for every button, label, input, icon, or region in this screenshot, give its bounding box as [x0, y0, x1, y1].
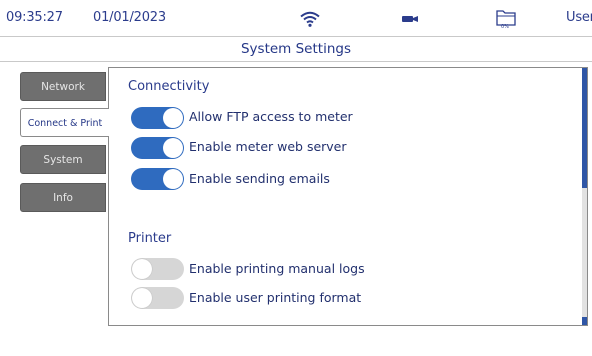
ftp-access-label: Allow FTP access to meter [189, 109, 353, 124]
clock-date: 01/01/2023 [93, 10, 166, 25]
toggle-knob [132, 259, 152, 279]
send-emails-label: Enable sending emails [189, 171, 330, 186]
camera-icon [402, 16, 418, 22]
title-bar: System Settings [0, 37, 592, 62]
user-label[interactable]: User [566, 10, 592, 25]
tab-info[interactable]: Info [20, 183, 106, 212]
web-server-label: Enable meter web server [189, 139, 347, 154]
tab-system[interactable]: System [20, 145, 106, 174]
tab-network[interactable]: Network [20, 72, 106, 101]
wifi-icon [300, 11, 320, 27]
toggle-knob [163, 108, 183, 128]
toggle-knob [163, 169, 183, 189]
section-title-printer: Printer [128, 231, 172, 246]
page-title: System Settings [240, 41, 351, 57]
print-manual-logs-toggle[interactable] [131, 258, 184, 280]
print-manual-logs-label: Enable printing manual logs [189, 261, 365, 276]
scrollbar[interactable] [582, 68, 587, 325]
ftp-access-toggle[interactable] [131, 107, 184, 129]
user-printing-format-label: Enable user printing format [189, 290, 362, 305]
scrollbar-thumb[interactable] [582, 68, 587, 188]
toggle-knob [163, 138, 183, 158]
tab-connect-print[interactable]: Connect & Print [20, 108, 109, 137]
status-bar: 09:35:27 01/01/2023 0% User [0, 0, 592, 37]
folder-icon[interactable]: 0% [496, 8, 516, 30]
web-server-toggle[interactable] [131, 137, 184, 159]
user-printing-format-toggle[interactable] [131, 287, 184, 309]
settings-panel: Connectivity Allow FTP access to meter E… [108, 67, 588, 326]
toggle-knob [132, 288, 152, 308]
scrollbar-end [582, 317, 587, 325]
section-title-connectivity: Connectivity [128, 79, 210, 94]
clock-time: 09:35:27 [6, 10, 63, 25]
storage-percent: 0% [501, 24, 509, 30]
send-emails-toggle[interactable] [131, 168, 184, 190]
